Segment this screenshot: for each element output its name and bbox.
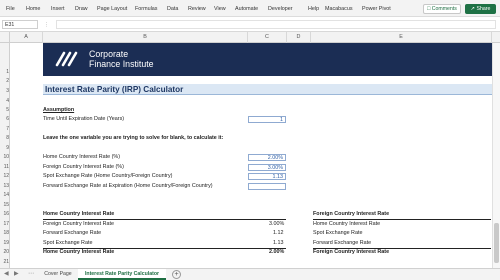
tab-draw[interactable]: Draw: [75, 6, 88, 12]
left-row-value: 1.13: [273, 240, 284, 246]
row-header[interactable]: 9: [0, 145, 10, 151]
row-header[interactable]: 1: [0, 69, 10, 75]
comment-icon: □: [427, 6, 431, 12]
formula-separator-icon: ⋮: [44, 22, 49, 28]
tab-help[interactable]: Help: [308, 6, 319, 12]
row-header[interactable]: 16: [0, 211, 10, 217]
cfi-logo-icon: [55, 51, 78, 67]
tab-power-pivot[interactable]: Power Pivot: [362, 6, 391, 12]
row-header[interactable]: 8: [0, 135, 10, 141]
left-header-rule: [43, 219, 286, 220]
comments-button[interactable]: □ Comments: [423, 4, 461, 14]
spot-rate-input[interactable]: 1.13: [248, 173, 286, 180]
prev-sheet-icon[interactable]: ◀: [4, 270, 9, 277]
left-block-header: Home Country Interest Rate: [43, 211, 115, 217]
input-label-foreign-rate: Foreign Country Interest Rate (%): [43, 164, 124, 170]
column-header-e[interactable]: E: [311, 32, 492, 43]
share-button[interactable]: ↗ Share: [465, 4, 496, 14]
worksheet-grid[interactable]: Corporate Finance Institute Interest Rat…: [11, 43, 500, 268]
left-row-label: Spot Exchange Rate: [43, 240, 93, 246]
row-header[interactable]: 4: [0, 98, 10, 104]
row-header[interactable]: 17: [0, 221, 10, 227]
column-headers: A B C D E: [0, 32, 500, 43]
row-header[interactable]: 21: [0, 259, 10, 265]
left-row-value: 3.00%: [269, 221, 285, 227]
forward-rate-input[interactable]: [248, 183, 286, 190]
cfi-logo-line2: Finance Institute: [89, 59, 154, 69]
right-row-label: Forward Exchange Rate: [313, 240, 372, 246]
right-result-label: Foreign Country Interest Rate: [313, 249, 390, 255]
row-header[interactable]: 18: [0, 230, 10, 236]
comments-label: Comments: [431, 6, 457, 12]
row-header[interactable]: 10: [0, 154, 10, 160]
row-header[interactable]: 14: [0, 192, 10, 198]
tab-insert[interactable]: Insert: [51, 6, 64, 12]
right-row-label: Spot Exchange Rate: [313, 230, 363, 236]
row-header[interactable]: 15: [0, 202, 10, 208]
tab-data[interactable]: Data: [167, 6, 178, 12]
row-header[interactable]: 3: [0, 88, 10, 94]
row-headers: 1 2 3 4 5 6 7 8 9 10 11 12 13 14 15 16 1…: [0, 43, 10, 268]
assumption-header: Assumption: [43, 107, 75, 113]
left-row-label: Forward Exchange Rate: [43, 230, 102, 236]
column-header-c[interactable]: C: [248, 32, 287, 43]
tab-automate[interactable]: Automate: [235, 6, 258, 12]
row-header[interactable]: 19: [0, 240, 10, 246]
excel-window: File Home Insert Draw Page Layout Formul…: [0, 0, 500, 280]
formula-bar: E31 ⋮: [0, 17, 500, 32]
row-header[interactable]: 13: [0, 183, 10, 189]
sheet-tab-irp-calculator[interactable]: Interest Rate Parity Calculator: [78, 269, 166, 280]
share-icon: ↗: [470, 6, 476, 12]
tab-developer[interactable]: Developer: [268, 6, 293, 12]
tab-file[interactable]: File: [6, 6, 15, 12]
left-result-value: 2.00%: [269, 249, 285, 255]
left-result-label: Home Country Interest Rate: [43, 249, 115, 255]
row-header[interactable]: 11: [0, 164, 10, 170]
page-title: Interest Rate Parity (IRP) Calculator: [45, 85, 184, 94]
scrollbar-thumb[interactable]: [494, 223, 499, 263]
column-header-b[interactable]: B: [43, 32, 248, 43]
sheet-tab-bar: ◀ ▶ ⋯ Cover Page Interest Rate Parity Ca…: [0, 268, 500, 280]
share-label: Share: [476, 6, 491, 12]
ribbon-tabs: File Home Insert Draw Page Layout Formul…: [0, 0, 500, 17]
right-header-rule: [313, 219, 491, 220]
more-sheets-icon[interactable]: ⋯: [28, 270, 34, 277]
tab-page-layout[interactable]: Page Layout: [97, 6, 127, 12]
cfi-banner: Corporate Finance Institute: [43, 43, 500, 76]
cfi-logo-line1: Corporate: [89, 49, 129, 59]
row-header[interactable]: 12: [0, 173, 10, 179]
name-box[interactable]: E31: [2, 20, 38, 29]
row-header[interactable]: 20: [0, 249, 10, 255]
row-header[interactable]: 2: [0, 78, 10, 84]
next-sheet-icon[interactable]: ▶: [14, 270, 19, 277]
row-header[interactable]: 7: [0, 126, 10, 132]
select-all-corner[interactable]: [0, 32, 10, 43]
input-label-forward-rate: Forward Exchange Rate at Expiration (Hom…: [43, 183, 213, 189]
row-header[interactable]: 5: [0, 107, 10, 113]
tab-formulas[interactable]: Formulas: [135, 6, 157, 12]
column-header-d[interactable]: D: [287, 32, 311, 43]
title-band: Interest Rate Parity (IRP) Calculator: [43, 84, 500, 95]
tab-home[interactable]: Home: [26, 6, 40, 12]
input-label-home-rate: Home Country Interest Rate (%): [43, 154, 120, 160]
time-input[interactable]: 1: [248, 116, 286, 123]
time-label: Time Until Expiration Date (Years): [43, 116, 125, 122]
tab-view[interactable]: View: [214, 6, 226, 12]
input-label-spot-rate: Spot Exchange Rate (Home Country/Foreign…: [43, 173, 173, 179]
left-row-label: Foreign Country Interest Rate: [43, 221, 115, 227]
right-block-header: Foreign Country Interest Rate: [313, 211, 390, 217]
row-header[interactable]: 6: [0, 116, 10, 122]
column-header-a[interactable]: A: [10, 32, 43, 43]
foreign-rate-input[interactable]: 3.00%: [248, 164, 286, 171]
instruction-text: Leave the one variable you are trying to…: [43, 135, 224, 141]
left-row-value: 1.12: [273, 230, 284, 236]
vertical-scrollbar[interactable]: [492, 43, 500, 268]
formula-input[interactable]: [56, 20, 496, 29]
tab-review[interactable]: Review: [188, 6, 206, 12]
tab-macabacus[interactable]: Macabacus: [325, 6, 353, 12]
add-sheet-button[interactable]: +: [172, 270, 181, 279]
sheet-tab-cover-page[interactable]: Cover Page: [40, 269, 76, 280]
home-rate-input[interactable]: 2.00%: [248, 154, 286, 161]
right-row-label: Home Country Interest Rate: [313, 221, 381, 227]
